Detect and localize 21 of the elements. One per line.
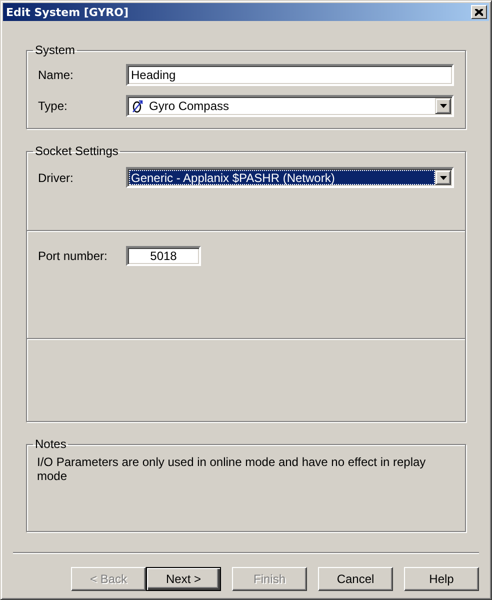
- group-title: Socket Settings: [34, 144, 120, 158]
- window-title: Edit System [GYRO]: [6, 6, 129, 18]
- type-dropdown[interactable]: Gyro Compass: [126, 95, 454, 117]
- field-label: Type:: [38, 99, 68, 113]
- driver-dropdown[interactable]: Generic - Applanix $PASHR (Network): [126, 167, 454, 188]
- help-button[interactable]: Help: [404, 567, 479, 591]
- field-label: Name:: [38, 68, 74, 82]
- port-field[interactable]: 5018: [126, 246, 201, 266]
- caret-icon: [440, 176, 446, 180]
- crossed-circle-icon: [131, 99, 145, 113]
- field-label: Port number:: [38, 249, 108, 263]
- name-field[interactable]: Heading: [126, 64, 454, 86]
- field-label: Driver:: [38, 170, 74, 184]
- caret-icon: [440, 104, 446, 108]
- notes-text: I/O Parameters are only used in online mode and have no effect in replay mode: [37, 455, 426, 483]
- next-button[interactable]: Next >: [146, 567, 221, 591]
- close-icon: [475, 8, 483, 16]
- cancel-button[interactable]: Cancel: [318, 567, 393, 591]
- close-button[interactable]: [471, 5, 487, 19]
- group-title: Notes: [34, 437, 68, 451]
- group-title: System: [34, 43, 76, 57]
